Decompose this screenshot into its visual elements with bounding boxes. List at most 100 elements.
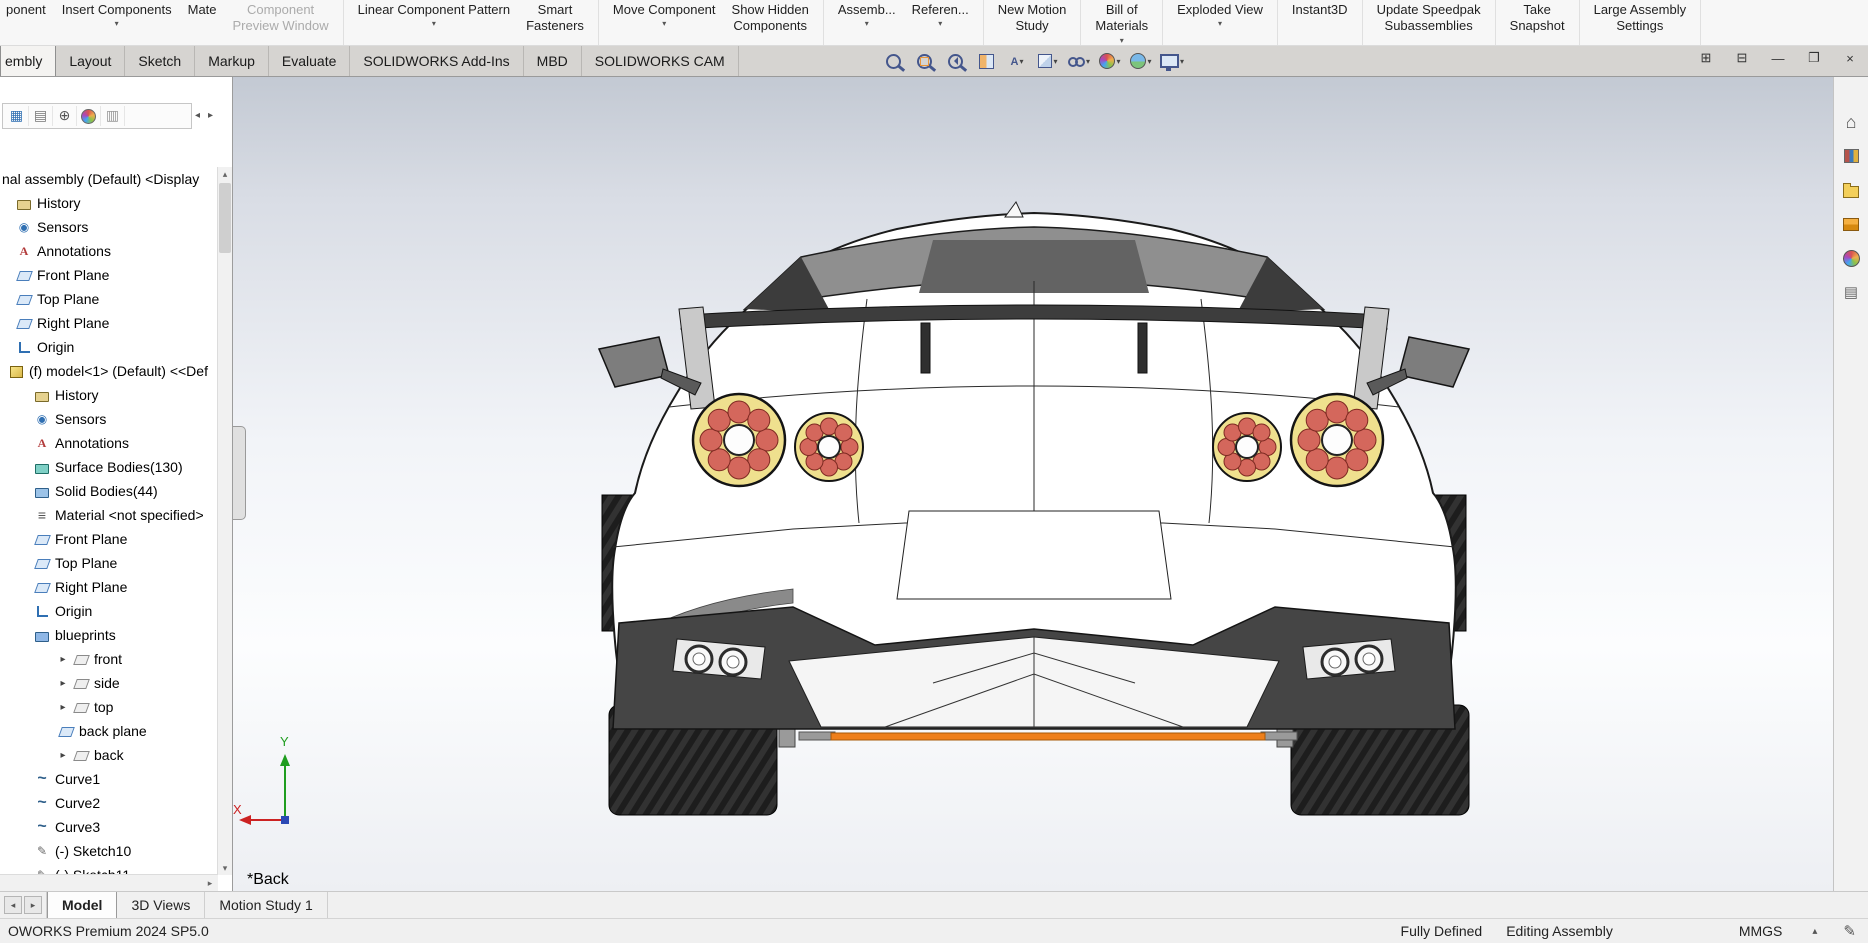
tab-scroll-left-button[interactable]: ◂ [4, 896, 22, 914]
units-caret-icon[interactable]: ▴ [1812, 926, 1817, 937]
tree-item-top[interactable]: ▸ top [0, 695, 218, 719]
insert-components-button[interactable]: Insert Components ▾ [54, 0, 180, 29]
scroll-down-button[interactable]: ▾ [218, 861, 232, 875]
tree-item-top-plane[interactable]: Top Plane [0, 287, 218, 311]
scrollbar-thumb[interactable] [219, 183, 231, 253]
tree-item-front-plane[interactable]: Front Plane [0, 263, 218, 287]
tree-item-surface-bodies-130[interactable]: Surface Bodies(130) [0, 455, 218, 479]
tree-horizontal-scrollbar[interactable]: ▸ [0, 874, 218, 891]
tree-item-blueprints[interactable]: blueprints [0, 623, 218, 647]
panel-tabs-left-button[interactable]: ◂ [192, 110, 203, 121]
tab-mbd[interactable]: MBD [523, 46, 582, 76]
propertymanager-tab-icon[interactable] [29, 106, 53, 126]
mate-button[interactable]: Mate [180, 0, 225, 18]
headsup-toolbar: ▾▾▾▾▾▾ [880, 49, 1185, 73]
view-palette-icon[interactable] [1839, 213, 1863, 235]
featuremanager-tab-icon[interactable] [5, 106, 29, 126]
tree-item-origin[interactable]: Origin [0, 335, 218, 359]
smart-fasteners-button[interactable]: Smart Fasteners [518, 0, 592, 35]
tree-item-right-plane[interactable]: Right Plane [0, 311, 218, 335]
scroll-right-button[interactable]: ▸ [202, 876, 218, 890]
section-view-icon[interactable] [973, 49, 999, 73]
scroll-up-button[interactable]: ▴ [218, 167, 232, 181]
displaymanager-tab-icon[interactable] [77, 106, 101, 126]
orientation-triad: Y X [233, 734, 290, 825]
minimize-button[interactable]: — [1768, 51, 1788, 66]
custom-properties-icon[interactable] [1839, 281, 1863, 303]
exploded-view-button[interactable]: Exploded View ▾ [1169, 0, 1271, 29]
tree-item-history[interactable]: History [0, 191, 218, 215]
configurationmanager-tab-icon[interactable] [53, 106, 77, 126]
reference-geometry-button[interactable]: Referen... ▾ [904, 0, 977, 29]
panel-collapse-handle[interactable] [233, 426, 246, 520]
zoom-previous-icon[interactable] [942, 49, 968, 73]
panel-tabs-right-button[interactable]: ▸ [205, 110, 216, 121]
tab-markup[interactable]: Markup [195, 46, 269, 76]
move-component-button[interactable]: Move Component ▾ [605, 0, 724, 29]
restore-button[interactable]: ❐ [1804, 50, 1824, 66]
tree-item-nal-assembly-default-display[interactable]: nal assembly (Default) <Display [0, 167, 218, 191]
zoom-area-icon[interactable] [911, 49, 937, 73]
instant3d-button[interactable]: Instant3D [1284, 0, 1356, 18]
tree-item-history[interactable]: History [0, 383, 218, 407]
tree-item-right-plane[interactable]: Right Plane [0, 575, 218, 599]
large-assembly-settings-button[interactable]: Large Assembly Settings [1586, 0, 1695, 35]
annotation-views-icon[interactable]: ▾ [1004, 49, 1030, 73]
tree-item-f-model-1-default-def[interactable]: (f) model<1> (Default) <<Def [0, 359, 218, 383]
model-tab[interactable]: Model [47, 892, 118, 918]
view-settings-icon[interactable]: ▾ [1159, 49, 1185, 73]
tree-item-annotations[interactable]: Annotations [0, 431, 218, 455]
graphics-viewport[interactable]: Y X *Back [233, 77, 1833, 891]
tab-solidworks-cam[interactable]: SOLIDWORKS CAM [581, 46, 739, 76]
tree-item-back-plane[interactable]: back plane [0, 719, 218, 743]
home-icon[interactable]: ⌂ [1839, 111, 1863, 133]
tab-assembly[interactable]: embly [0, 46, 57, 76]
status-bar: OWORKS Premium 2024 SP5.0 Fully Defined … [0, 918, 1868, 943]
appearances-scenes-icon[interactable] [1839, 247, 1863, 269]
tree-item-side[interactable]: ▸ side [0, 671, 218, 695]
tree-item-front[interactable]: ▸ front [0, 647, 218, 671]
apply-scene-icon[interactable]: ▾ [1128, 49, 1154, 73]
tree-item-curve1[interactable]: Curve1 [0, 767, 218, 791]
new-motion-study-button[interactable]: New Motion Study [990, 0, 1075, 35]
update-speedpak-subassemblies-button[interactable]: Update Speedpak Subassemblies [1369, 0, 1489, 35]
tree-item-back[interactable]: ▸ back [0, 743, 218, 767]
dock-icon[interactable]: ⊞ [1696, 50, 1716, 66]
tab-evaluate[interactable]: Evaluate [268, 46, 351, 76]
motion-study-1-tab[interactable]: Motion Study 1 [205, 892, 328, 918]
tab-solidworks-add-ins[interactable]: SOLIDWORKS Add-Ins [350, 46, 524, 76]
cascade-icon[interactable]: ⊟ [1732, 50, 1752, 66]
edit-component-button[interactable]: ponent [6, 0, 54, 18]
tree-item-curve2[interactable]: Curve2 [0, 791, 218, 815]
tree-item-annotations[interactable]: Annotations [0, 239, 218, 263]
tree-item-front-plane[interactable]: Front Plane [0, 527, 218, 551]
assembly-features-button[interactable]: Assemb... ▾ [830, 0, 904, 29]
3d-views-tab[interactable]: 3D Views [117, 892, 206, 918]
close-button[interactable]: × [1840, 51, 1860, 66]
tree-item-sensors[interactable]: Sensors [0, 215, 218, 239]
tree-item-material-not-specified[interactable]: Material <not specified> [0, 503, 218, 527]
tab-scroll-right-button[interactable]: ▸ [24, 896, 42, 914]
design-library-icon[interactable] [1839, 145, 1863, 167]
bill-of-materials-button[interactable]: Bill of Materials ▾ [1087, 0, 1156, 45]
status-units[interactable]: MMGS [1739, 923, 1783, 939]
tree-item-curve3[interactable]: Curve3 [0, 815, 218, 839]
display-style-icon[interactable]: ▾ [1035, 49, 1061, 73]
dimxpert-tab-icon[interactable] [101, 106, 125, 126]
take-snapshot-button[interactable]: Take Snapshot [1502, 0, 1573, 35]
linear-component-pattern-button[interactable]: Linear Component Pattern ▾ [350, 0, 518, 29]
solidworks-window: ponent Insert Components ▾ Mate Component Pre… [0, 0, 1868, 943]
tree-vertical-scrollbar[interactable]: ▴ ▾ [217, 167, 232, 875]
tree-item-solid-bodies-44[interactable]: Solid Bodies(44) [0, 479, 218, 503]
tree-item-sketch10[interactable]: (-) Sketch10 [0, 839, 218, 863]
tab-layout[interactable]: Layout [56, 46, 126, 76]
zoom-fit-icon[interactable] [880, 49, 906, 73]
file-explorer-icon[interactable] [1839, 179, 1863, 201]
edit-appearance-icon[interactable]: ▾ [1097, 49, 1123, 73]
tree-item-sensors[interactable]: Sensors [0, 407, 218, 431]
tree-item-top-plane[interactable]: Top Plane [0, 551, 218, 575]
show-hidden-components-button[interactable]: Show Hidden Components [724, 0, 817, 35]
hide-show-items-icon[interactable]: ▾ [1066, 49, 1092, 73]
tab-sketch[interactable]: Sketch [125, 46, 196, 76]
tree-item-origin[interactable]: Origin [0, 599, 218, 623]
